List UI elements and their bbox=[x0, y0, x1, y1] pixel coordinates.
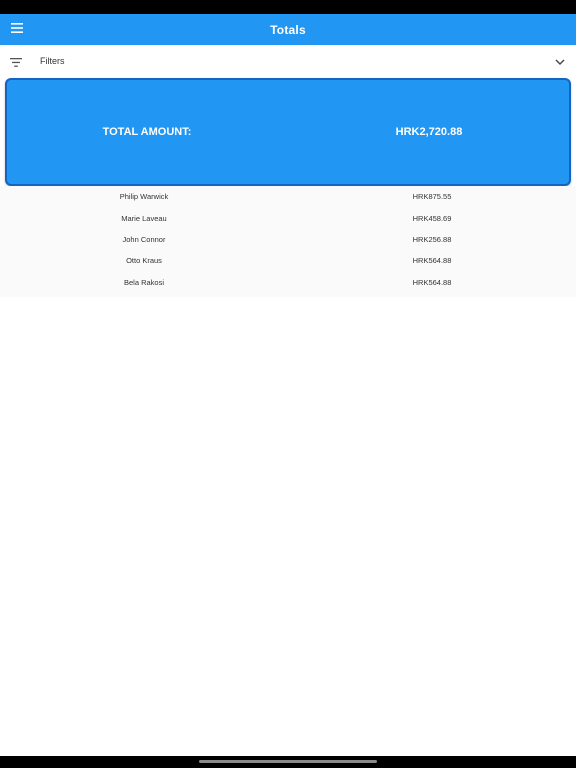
person-amount: HRK256.88 bbox=[412, 234, 452, 244]
menu-button[interactable] bbox=[6, 18, 28, 40]
totals-table: Philip Warwick HRK875.55 Marie Laveau HR… bbox=[0, 186, 576, 297]
person-name: Bela Rakosi bbox=[123, 277, 165, 287]
total-amount-card: TOTAL AMOUNT: HRK2,720.88 bbox=[5, 78, 571, 186]
table-row: John Connor HRK256.88 bbox=[0, 229, 576, 250]
table-row: Bela Rakosi HRK564.88 bbox=[0, 272, 576, 293]
filters-toggle[interactable]: Filters bbox=[0, 48, 576, 75]
filters-label: Filters bbox=[40, 56, 65, 66]
total-amount-value: HRK2,720.88 bbox=[395, 126, 463, 138]
total-amount-label: TOTAL AMOUNT: bbox=[102, 126, 192, 138]
person-name: Philip Warwick bbox=[119, 192, 169, 202]
table-row: Marie Laveau HRK458.69 bbox=[0, 207, 576, 228]
filter-list-icon bbox=[9, 55, 23, 69]
person-name: Marie Laveau bbox=[121, 213, 167, 223]
status-bar bbox=[0, 0, 576, 14]
person-amount: HRK458.69 bbox=[412, 213, 452, 223]
person-name: John Connor bbox=[122, 234, 166, 244]
app-bar: Totals bbox=[0, 14, 576, 45]
page-title: Totals bbox=[270, 22, 306, 37]
person-amount: HRK564.88 bbox=[412, 256, 452, 266]
person-amount: HRK564.88 bbox=[412, 277, 452, 287]
person-amount: HRK875.55 bbox=[412, 192, 452, 202]
hamburger-menu-icon bbox=[11, 20, 23, 38]
home-indicator[interactable] bbox=[199, 760, 377, 763]
chevron-down-icon[interactable] bbox=[553, 55, 567, 69]
person-name: Otto Kraus bbox=[126, 256, 162, 266]
table-row: Philip Warwick HRK875.55 bbox=[0, 186, 576, 207]
table-row: Otto Kraus HRK564.88 bbox=[0, 250, 576, 271]
screen: Totals Filters TOTAL AMOUNT: HRK2,720.88… bbox=[0, 0, 576, 768]
